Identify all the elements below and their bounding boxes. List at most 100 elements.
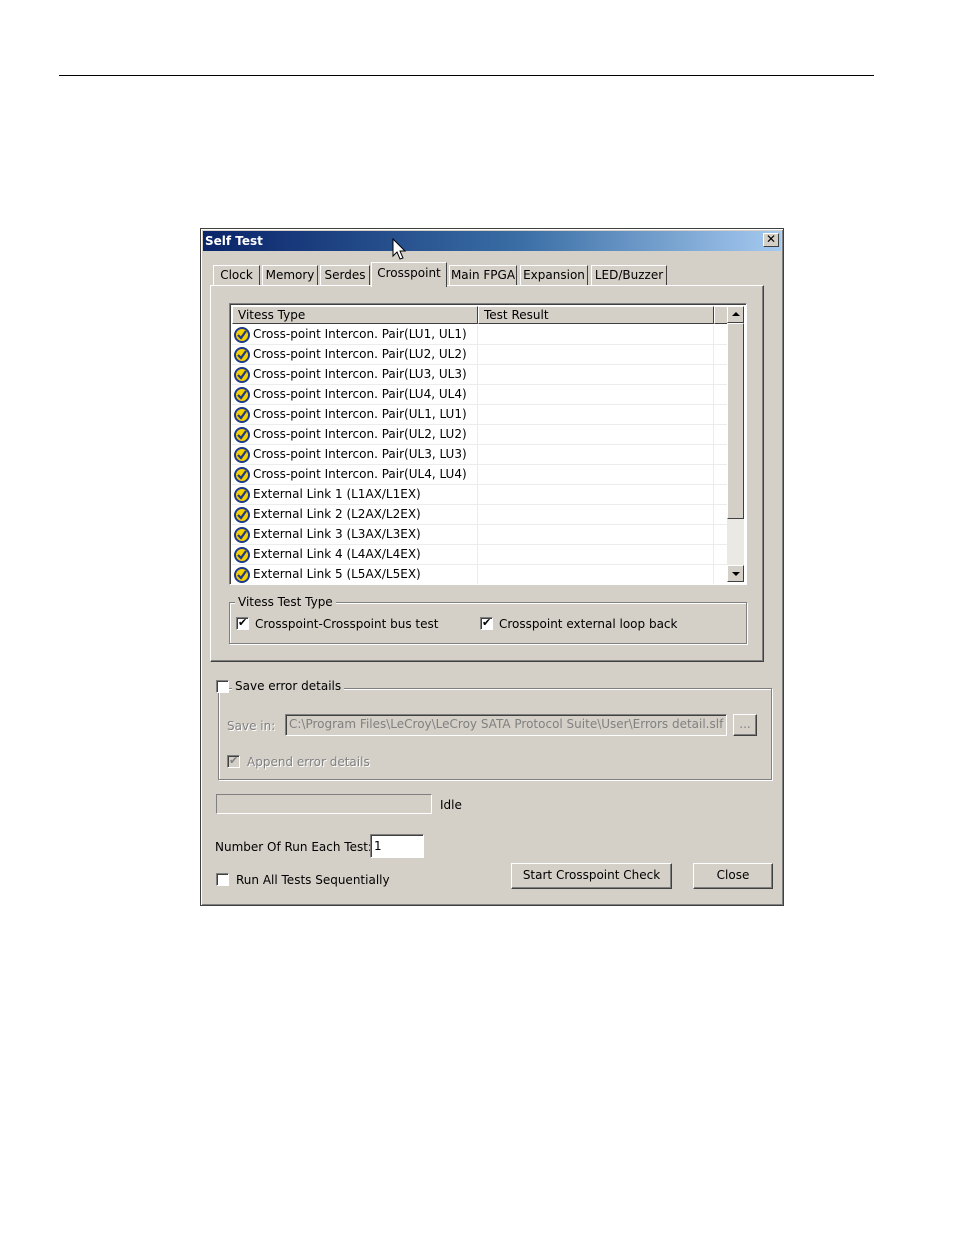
tab-expansion[interactable]: Expansion: [520, 265, 588, 286]
list-item[interactable]: Cross-point Intercon. Pair(LU3, UL3): [232, 365, 728, 385]
check-circle-icon[interactable]: [234, 347, 250, 363]
test-result-cell: [478, 425, 714, 445]
tab-label: Crosspoint: [377, 266, 441, 280]
column-header-label: Vitess Type: [238, 308, 306, 322]
vitess-type-cell: Cross-point Intercon. Pair(LU4, UL4): [232, 385, 478, 405]
vitess-type-cell: Cross-point Intercon. Pair(UL2, LU2): [232, 425, 478, 445]
check-circle-icon[interactable]: [234, 507, 250, 523]
list-item[interactable]: Cross-point Intercon. Pair(LU4, UL4): [232, 385, 728, 405]
list-item[interactable]: External Link 5 (L5AX/L5EX): [232, 565, 728, 584]
test-result-cell: [478, 505, 714, 525]
check-circle-icon[interactable]: [234, 487, 250, 503]
tab-crosspoint[interactable]: Crosspoint: [371, 262, 447, 287]
tab-serdes[interactable]: Serdes: [320, 265, 370, 286]
append-error-checkbox[interactable]: ✔: [227, 754, 240, 768]
vitess-type-label: Cross-point Intercon. Pair(LU1, UL1): [253, 327, 467, 341]
runs-input[interactable]: 1: [370, 834, 424, 858]
vitess-type-label: Cross-point Intercon. Pair(LU2, UL2): [253, 347, 467, 361]
save-error-label[interactable]: Save error details: [232, 679, 345, 693]
test-result-cell: [478, 325, 714, 345]
loop-back-label[interactable]: Crosspoint external loop back: [499, 617, 677, 631]
vitess-type-cell: Cross-point Intercon. Pair(LU2, UL2): [232, 345, 478, 365]
scroll-down-button[interactable]: [727, 565, 744, 582]
vertical-scrollbar[interactable]: [727, 306, 744, 582]
runs-label: Number Of Run Each Test:: [215, 840, 372, 854]
vitess-test-type-label: Vitess Test Type: [235, 595, 336, 609]
column-header-filler: [714, 306, 728, 324]
test-result-cell: [478, 385, 714, 405]
column-header-test-result[interactable]: Test Result: [478, 306, 714, 324]
browse-label: ...: [739, 717, 751, 731]
vitess-type-label: External Link 5 (L5AX/L5EX): [253, 567, 421, 581]
list-item[interactable]: Cross-point Intercon. Pair(UL2, LU2): [232, 425, 728, 445]
check-circle-icon[interactable]: [234, 567, 250, 583]
check-circle-icon[interactable]: [234, 527, 250, 543]
close-icon: ✕: [765, 232, 777, 246]
vitess-test-list[interactable]: Vitess Type Test Result Cross-point Inte…: [229, 303, 747, 585]
vitess-type-label: Cross-point Intercon. Pair(LU3, UL3): [253, 367, 467, 381]
append-error-label[interactable]: Append error details: [247, 755, 370, 769]
tab-memory[interactable]: Memory: [262, 265, 318, 286]
vitess-type-cell: External Link 4 (L4AX/L4EX): [232, 545, 478, 565]
scroll-thumb[interactable]: [727, 323, 744, 519]
list-item[interactable]: Cross-point Intercon. Pair(UL3, LU3): [232, 445, 728, 465]
list-item[interactable]: Cross-point Intercon. Pair(LU1, UL1): [232, 325, 728, 345]
vitess-type-label: Cross-point Intercon. Pair(UL1, LU1): [253, 407, 467, 421]
list-item[interactable]: Cross-point Intercon. Pair(LU2, UL2): [232, 345, 728, 365]
list-item[interactable]: External Link 3 (L3AX/L3EX): [232, 525, 728, 545]
start-crosspoint-check-button[interactable]: Start Crosspoint Check: [511, 863, 672, 889]
list-rows: Cross-point Intercon. Pair(LU1, UL1) Cros…: [232, 325, 728, 584]
page-rule: [59, 75, 874, 76]
tab-label: Main FPGA: [450, 268, 516, 282]
tab-label: Serdes: [324, 268, 366, 282]
check-circle-icon[interactable]: [234, 447, 250, 463]
tab-label: LED/Buzzer: [594, 268, 664, 282]
bus-test-label[interactable]: Crosspoint-Crosspoint bus test: [255, 617, 438, 631]
vitess-type-cell: Cross-point Intercon. Pair(UL3, LU3): [232, 445, 478, 465]
list-item[interactable]: External Link 2 (L2AX/L2EX): [232, 505, 728, 525]
crosspoint-tab-panel: Vitess Type Test Result Cross-point Inte…: [210, 285, 764, 662]
save-error-checkbox[interactable]: [216, 680, 229, 693]
close-window-button[interactable]: ✕: [763, 233, 779, 247]
tab-main-fpga[interactable]: Main FPGA: [449, 265, 517, 286]
tab-label: Clock: [220, 268, 253, 282]
tab-led-buzzer[interactable]: LED/Buzzer: [591, 265, 667, 286]
bus-test-checkbox[interactable]: ✔: [236, 616, 249, 630]
arrow-down-icon: [732, 572, 740, 576]
self-test-dialog: Self Test ✕ Clock Memory Serdes Crosspoi…: [200, 228, 784, 906]
check-circle-icon[interactable]: [234, 427, 250, 443]
loop-back-checkbox[interactable]: ✔: [480, 616, 493, 630]
scroll-up-button[interactable]: [727, 306, 744, 323]
check-circle-icon[interactable]: [234, 467, 250, 483]
vitess-type-cell: Cross-point Intercon. Pair(LU1, UL1): [232, 325, 478, 345]
window-title: Self Test: [205, 234, 263, 248]
list-item[interactable]: Cross-point Intercon. Pair(UL1, LU1): [232, 405, 728, 425]
checkmark-icon: ✔: [482, 616, 492, 629]
check-circle-icon[interactable]: [234, 327, 250, 343]
test-result-cell: [478, 405, 714, 425]
column-header-label: Test Result: [484, 308, 549, 322]
vitess-type-label: Cross-point Intercon. Pair(UL3, LU3): [253, 447, 467, 461]
close-button[interactable]: Close: [693, 863, 773, 889]
test-result-cell: [478, 525, 714, 545]
test-result-cell: [478, 485, 714, 505]
vitess-type-cell: External Link 2 (L2AX/L2EX): [232, 505, 478, 525]
tab-clock[interactable]: Clock: [213, 265, 260, 286]
list-item[interactable]: External Link 4 (L4AX/L4EX): [232, 545, 728, 565]
save-path-field[interactable]: C:\Program Files\LeCroy\LeCroy SATA Prot…: [285, 714, 727, 736]
test-result-cell: [478, 445, 714, 465]
run-all-label[interactable]: Run All Tests Sequentially: [236, 873, 390, 887]
check-circle-icon[interactable]: [234, 387, 250, 403]
run-all-checkbox[interactable]: [216, 873, 229, 886]
list-item[interactable]: Cross-point Intercon. Pair(UL4, LU4): [232, 465, 728, 485]
check-circle-icon[interactable]: [234, 407, 250, 423]
check-circle-icon[interactable]: [234, 547, 250, 563]
browse-button[interactable]: ...: [733, 714, 757, 736]
column-header-vitess-type[interactable]: Vitess Type: [232, 306, 478, 324]
vitess-type-label: External Link 3 (L3AX/L3EX): [253, 527, 421, 541]
test-result-cell: [478, 465, 714, 485]
vitess-type-label: External Link 2 (L2AX/L2EX): [253, 507, 421, 521]
list-item[interactable]: External Link 1 (L1AX/L1EX): [232, 485, 728, 505]
check-circle-icon[interactable]: [234, 367, 250, 383]
title-bar[interactable]: Self Test ✕: [203, 231, 781, 251]
